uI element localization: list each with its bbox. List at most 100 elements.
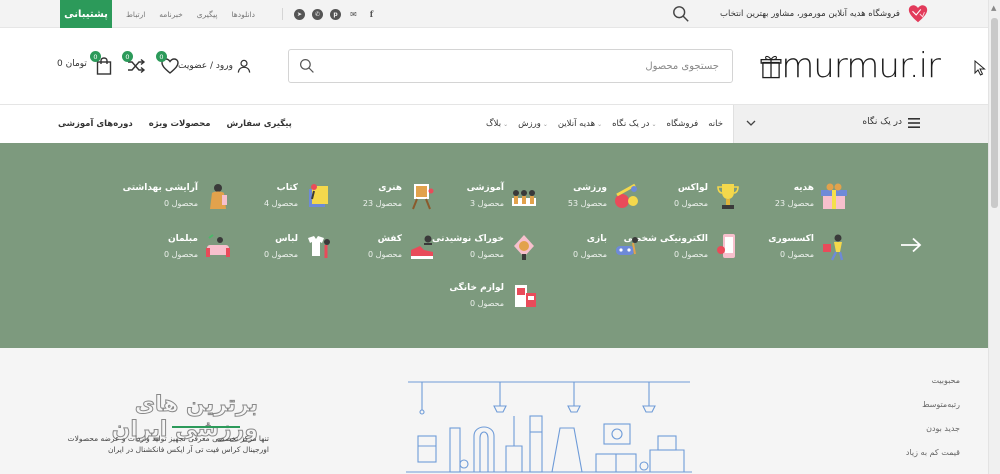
search-box xyxy=(288,49,733,83)
login-link[interactable]: ورود / عضویت xyxy=(178,58,251,74)
category-count: 0 محصول xyxy=(674,199,708,208)
scroll-up-icon[interactable]: ▲ xyxy=(991,4,996,12)
compare-button[interactable]: 0 xyxy=(122,51,146,76)
search-icon[interactable] xyxy=(672,5,690,23)
nav-link-order-tracking[interactable]: پیگیری سفارش xyxy=(226,119,291,129)
search-input[interactable] xyxy=(325,50,725,82)
category-count: 0 محصول xyxy=(573,250,607,259)
menu-item-home[interactable]: خانه xyxy=(708,119,723,129)
user-icon xyxy=(237,59,251,73)
telegram-icon[interactable]: ➤ xyxy=(294,8,305,20)
category-name: آرایشی بهداشتی xyxy=(122,183,198,193)
category-item-furniture[interactable]: مبلمان 0 محصول xyxy=(82,232,232,266)
search-icon[interactable] xyxy=(299,58,315,74)
category-count: 0 محصول xyxy=(674,250,708,259)
top-link-downloads[interactable]: دانلودها xyxy=(232,10,255,19)
sort-option-popularity[interactable]: محبوبیت xyxy=(860,376,961,400)
categories-toggle[interactable]: در یک نگاه xyxy=(733,105,988,143)
menu-item-shop[interactable]: فروشگاه xyxy=(667,119,699,129)
category-count: 0 محصول xyxy=(164,250,198,259)
category-name: اکسسوری xyxy=(768,234,814,244)
category-item-home-appliances[interactable]: لوازم خانگی 0 محصول xyxy=(388,281,538,315)
category-count: 23 محصول xyxy=(362,199,402,208)
category-name: بازی xyxy=(586,234,607,244)
top-bar: پشتیبانی ارتباط خبرنامه پیگیری دانلودها … xyxy=(0,0,988,28)
cart-total: 0 تومان xyxy=(57,59,87,69)
category-count: 0 محصول xyxy=(470,299,504,308)
categories-label: در یک نگاه xyxy=(862,117,902,127)
chevron-down-icon: ⌄ xyxy=(542,120,548,128)
hero-title: برترین های ورزشی ایران xyxy=(111,392,258,443)
category-count: 53 محصول xyxy=(567,199,607,208)
main-nav: در یک نگاه خانه فروشگاه در یک نگاه ⌄ هدیه… xyxy=(0,105,988,143)
header: murmur.ir ورود / عضویت 0 0 xyxy=(0,28,988,105)
category-count: 23 محصول xyxy=(774,199,814,208)
book-icon xyxy=(309,184,328,207)
menu-item-sport[interactable]: ورزش ⌄ xyxy=(518,119,548,129)
chevron-down-icon: ⌄ xyxy=(503,120,509,128)
pinterest-icon[interactable]: p xyxy=(330,8,341,20)
menu-item-blog[interactable]: بلاگ ⌄ xyxy=(486,119,508,129)
page-scrollbar[interactable]: ▲ xyxy=(988,0,1000,474)
smartphone-icon xyxy=(717,234,735,258)
support-button[interactable]: پشتیبانی xyxy=(60,0,112,28)
whatsapp-icon[interactable]: ✆ xyxy=(312,8,323,20)
appliance-icon xyxy=(515,285,536,307)
mouse-cursor-icon xyxy=(974,60,986,76)
category-name: هدیه xyxy=(793,183,814,193)
menu-label: خانه xyxy=(708,119,723,129)
sport-icon xyxy=(615,183,638,208)
hero-underline xyxy=(172,426,240,428)
top-links: ارتباط خبرنامه پیگیری دانلودها xyxy=(126,0,255,28)
category-name: هنری xyxy=(378,183,402,193)
menu-label: فروشگاه xyxy=(666,119,699,129)
nav-link-featured[interactable]: محصولات ویژه xyxy=(149,119,211,129)
cart-count-badge: 0 xyxy=(90,51,101,62)
sofa-icon xyxy=(206,234,230,257)
category-grid: هدیه 23 محصول لواکس 0 محصول ورزشی 53 محص… xyxy=(0,143,988,348)
menu-items: خانه فروشگاه در یک نگاه ⌄ هدیه آنلاین ⌄ ور… xyxy=(455,105,723,143)
category-name: لباس xyxy=(275,234,298,244)
cosmetics-icon xyxy=(210,184,227,209)
scrollbar-thumb[interactable] xyxy=(991,18,998,208)
login-label: ورود / عضویت xyxy=(178,61,233,71)
sort-option-rating[interactable]: رتبه‌متوسط xyxy=(860,400,960,424)
category-count: 3 محصول xyxy=(470,199,504,208)
category-count: 0 محصول xyxy=(470,250,504,259)
game-controller-icon xyxy=(616,237,638,255)
facebook-icon[interactable]: f xyxy=(366,9,377,20)
compare-count-badge: 0 xyxy=(122,51,133,62)
hamburger-icon xyxy=(908,118,920,128)
nav-extra-links: دوره‌های آموزشی محصولات ویژه پیگیری سفار… xyxy=(58,105,292,143)
category-name: لوازم خانگی xyxy=(449,283,504,293)
menu-label: ورزش xyxy=(518,119,541,129)
top-link-contact[interactable]: ارتباط xyxy=(126,10,145,19)
top-link-tracking[interactable]: پیگیری xyxy=(197,10,218,19)
category-name: کفش xyxy=(377,234,402,244)
sort-option-newest[interactable]: جدید بودن xyxy=(860,424,960,448)
category-name: خوراک نوشیدنی xyxy=(432,234,504,244)
category-count: 0 محصول xyxy=(368,250,402,259)
top-divider xyxy=(282,8,283,20)
menu-item-at-a-glance[interactable]: در یک نگاه ⌄ xyxy=(612,119,656,129)
easel-icon xyxy=(412,184,434,210)
sort-option-price-asc[interactable]: قیمت کم به زیاد xyxy=(860,448,960,472)
menu-label: بلاگ xyxy=(486,119,502,129)
category-item-cosmetics[interactable]: آرایشی بهداشتی 0 محصول xyxy=(82,181,232,215)
wishlist-button[interactable]: 0 xyxy=(156,51,180,76)
featured-section: برترین های ورزشی ایران تنها مرکز تخصصی م… xyxy=(0,348,988,474)
email-icon[interactable]: ✉ xyxy=(348,9,359,20)
cart-button[interactable]: 0 xyxy=(90,51,114,76)
category-count: 0 محصول xyxy=(164,199,198,208)
category-name: آموزشی xyxy=(466,183,504,193)
top-link-newsletter[interactable]: خبرنامه xyxy=(159,10,182,19)
category-name: لواکس xyxy=(677,183,708,193)
category-count: 4 محصول xyxy=(264,199,298,208)
arrow-right-icon[interactable] xyxy=(900,237,922,253)
nav-link-courses[interactable]: دوره‌های آموزشی xyxy=(58,119,133,129)
category-name: ورزشی xyxy=(573,183,607,193)
classroom-icon xyxy=(512,190,536,206)
site-logo[interactable]: murmur.ir xyxy=(760,42,941,90)
menu-item-online-gift[interactable]: هدیه آنلاین ⌄ xyxy=(558,119,602,129)
category-name: کتاب xyxy=(276,183,298,193)
